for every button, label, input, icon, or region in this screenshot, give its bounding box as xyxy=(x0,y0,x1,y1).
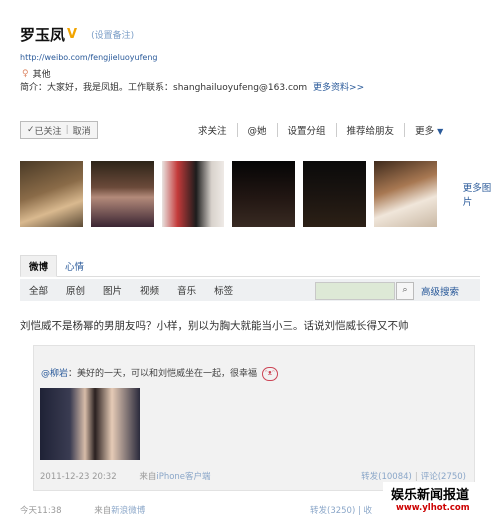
feed-filter-bar: 全部 原创 图片 视频 音乐 标签 ⌕ 高级搜索 xyxy=(20,279,480,301)
ask-follow-button[interactable]: 求关注 xyxy=(188,123,238,137)
favorite-link[interactable]: 收 xyxy=(364,506,373,516)
filter-tags[interactable]: 标签 xyxy=(205,283,242,297)
advanced-search-link[interactable]: 高级搜索 xyxy=(421,284,459,298)
check-icon: ✓ xyxy=(27,125,35,135)
profile-name: 罗玉凤 xyxy=(20,26,66,44)
source-label: 来自 xyxy=(139,472,157,482)
repost-forward-link[interactable]: 转发(10084) xyxy=(361,472,412,482)
set-group-button[interactable]: 设置分组 xyxy=(278,123,337,137)
repost-comment-link[interactable]: 评论(2750) xyxy=(421,472,466,482)
filter-music[interactable]: 音乐 xyxy=(168,283,205,297)
profile-actions: 求关注 @她 设置分组 推荐给朋友 更多 ▼ xyxy=(188,123,453,137)
photo-strip: 更多图片 xyxy=(20,161,499,227)
feed-tabs: 微博 心情 xyxy=(20,254,480,277)
profile-action-bar: ✓ 已关注 | 取消 求关注 @她 设置分组 推荐给朋友 更多 ▼ xyxy=(20,120,480,140)
watermark-url: www.ylhot.com xyxy=(396,503,470,513)
verified-icon: V xyxy=(67,27,78,42)
source-label: 来自 xyxy=(94,506,112,516)
photo-thumbnail[interactable] xyxy=(232,161,296,227)
tab-mood[interactable]: 心情 xyxy=(57,256,92,276)
bio-text: 简介：大家好，我是凤姐。工作联系：shanghailuoyufeng@163.c… xyxy=(20,83,308,93)
repost-stats: 转发(10084) | 评论(2750) xyxy=(361,470,466,482)
photo-thumbnail[interactable] xyxy=(161,161,225,227)
post-text: 刘恺威不是杨幂的男朋友吗？小样，别以为胸大就能当小三。话说刘恺威长得又不帅 xyxy=(20,320,409,332)
watermark-title: 娱乐新闻报道 xyxy=(391,488,470,503)
source-app-link[interactable]: iPhone客户端 xyxy=(156,472,210,482)
more-photos-link[interactable]: 更多图片 xyxy=(463,180,499,208)
more-menu[interactable]: 更多 ▼ xyxy=(405,123,453,137)
unfollow-button[interactable]: 取消 xyxy=(73,124,91,137)
post-stats: 转发(3250) | 收 xyxy=(310,504,372,516)
filter-original[interactable]: 原创 xyxy=(57,283,94,297)
female-icon: ♀ xyxy=(22,68,29,79)
following-label: 已关注 xyxy=(34,126,62,137)
repost-meta: 2011-12-23 20:32 来自iPhone客户端 xyxy=(40,470,211,482)
more-label: 更多 xyxy=(415,126,435,137)
post-source: 来自新浪微博 xyxy=(94,506,145,516)
photo-thumbnail[interactable] xyxy=(20,161,83,227)
divider: | xyxy=(65,125,69,135)
chevron-down-icon: ▼ xyxy=(437,127,444,136)
post-time[interactable]: 今天11:38 xyxy=(20,506,62,516)
profile-location-row: ♀ 其他 xyxy=(22,67,51,81)
tab-weibo[interactable]: 微博 xyxy=(20,255,58,277)
profile-header: 罗玉凤 V (设置备注) xyxy=(20,24,134,45)
filter-video[interactable]: 视频 xyxy=(131,283,168,297)
profile-url[interactable]: http://weibo.com/fengjieluoyufeng xyxy=(20,53,157,62)
repost-text: ：美好的一天，可以和刘恺威坐在一起，很幸福 xyxy=(68,369,258,379)
repost-source: 来自iPhone客户端 xyxy=(139,472,210,482)
repost-photo[interactable] xyxy=(40,388,140,460)
filter-all[interactable]: 全部 xyxy=(20,283,57,297)
weibo-profile-page: 罗玉凤 V (设置备注) http://weibo.com/fengjieluo… xyxy=(0,0,499,521)
follow-status: ✓ 已关注 | 取消 xyxy=(20,121,98,139)
bunny-emoticon-icon: ᵔᴥᵔ xyxy=(261,366,278,381)
recommend-button[interactable]: 推荐给朋友 xyxy=(337,123,406,137)
set-remark-link[interactable]: (设置备注) xyxy=(91,28,134,41)
profile-location: 其他 xyxy=(32,70,51,80)
photo-thumbnail[interactable] xyxy=(373,161,437,227)
photo-thumbnail[interactable] xyxy=(303,161,366,227)
search-icon[interactable]: ⌕ xyxy=(396,282,414,300)
source-app-link[interactable]: 新浪微博 xyxy=(111,506,145,516)
profile-bio: 简介：大家好，我是凤姐。工作联系：shanghailuoyufeng@163.c… xyxy=(20,80,364,93)
filter-pictures[interactable]: 图片 xyxy=(94,283,131,297)
mention-button[interactable]: @她 xyxy=(238,123,278,137)
forward-link[interactable]: 转发(3250) xyxy=(310,506,355,516)
search-input[interactable] xyxy=(315,282,395,300)
reposted-weibo: @柳岩：美好的一天，可以和刘恺威坐在一起，很幸福 ᵔᴥᵔ 2011-12-23 … xyxy=(33,345,475,491)
photo-thumbnail[interactable] xyxy=(90,161,154,227)
repost-time[interactable]: 2011-12-23 20:32 xyxy=(40,472,117,482)
divider: | xyxy=(414,472,418,482)
repost-author-link[interactable]: @柳岩 xyxy=(41,369,68,379)
repost-content: @柳岩：美好的一天，可以和刘恺威坐在一起，很幸福 ᵔᴥᵔ xyxy=(41,366,278,381)
watermark: 娱乐新闻报道 www.ylhot.com xyxy=(383,482,495,517)
more-info-link[interactable]: 更多资料>> xyxy=(313,83,364,93)
